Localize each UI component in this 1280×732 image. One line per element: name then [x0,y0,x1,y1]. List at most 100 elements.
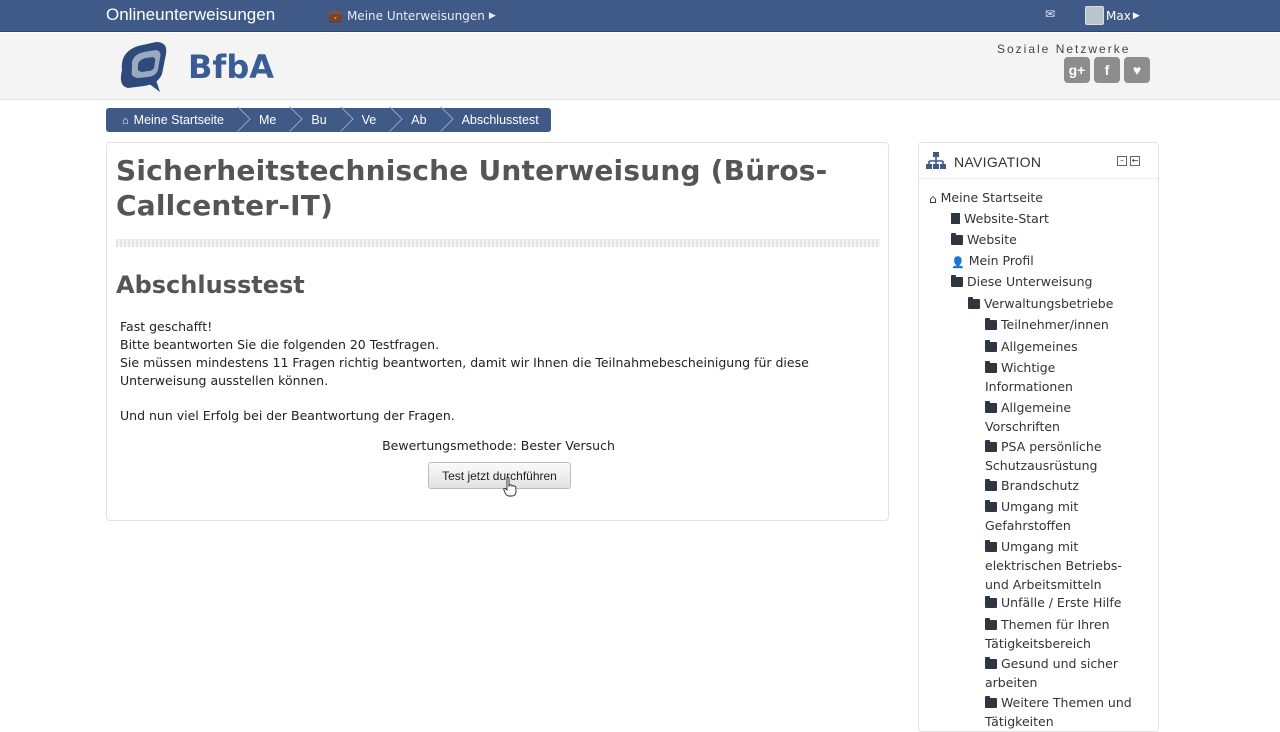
envelope-icon[interactable]: ✉ [1045,8,1059,20]
nav-item[interactable]: Umgang mit elektrischen Betriebs- und Ar… [985,537,1125,594]
nav-item[interactable]: Allgemeine Vorschriften [985,398,1085,436]
nav-item-section[interactable]: Verwaltungsbetriebe [968,294,1113,313]
home-icon: ⌂ [122,115,129,127]
nav-label: PSA persönliche Schutzausrüstung [985,439,1102,473]
site-brand-link[interactable]: Onlineunterweisungen [106,5,275,25]
folder-icon [985,696,997,708]
breadcrumb-label: Ab [411,113,427,127]
breadcrumb-label: Ve [361,113,377,127]
nav-label: Meine Startseite [940,190,1043,205]
breadcrumb: ⌂ Meine Startseite Me Bu Ve Ab Abschlusst… [106,106,551,132]
nav-label: Brandschutz [1001,478,1079,493]
nav-item[interactable]: Wichtige Informationen [985,358,1085,396]
caret-right-icon: ▶ [1132,10,1140,21]
nav-label: Gesund und sicher arbeiten [985,656,1119,690]
folder-icon [985,500,997,512]
navigation-block: NAVIGATION – ← ⌂ Meine Startseite Website… [918,142,1159,732]
nav-item-this-course[interactable]: Diese Unterweisung [951,272,1092,291]
breadcrumb-item[interactable]: Ab [394,106,454,132]
my-courses-label: Meine Unterweisungen [346,9,485,23]
breadcrumb-label: Bu [311,113,327,127]
folder-icon [985,479,997,491]
folder-icon [985,596,997,608]
folder-icon [985,340,997,352]
divider [116,239,880,247]
my-courses-menu[interactable]: 💼 Meine Unterweisungen ▶ [328,9,496,23]
nav-item[interactable]: Umgang mit Gefahrstoffen [985,497,1085,535]
folder-icon [985,401,997,413]
folder-icon [985,540,997,552]
hand-cursor-icon [503,477,517,497]
start-quiz-button[interactable]: Test jetzt durchführen [428,462,571,489]
nav-item-website-start[interactable]: Website-Start [951,209,1049,228]
facebook-icon[interactable]: f [1094,57,1120,83]
breadcrumb-item[interactable]: Me [242,106,304,132]
nav-item-website[interactable]: Website [951,230,1017,249]
breadcrumb-item[interactable]: Bu [294,106,354,132]
intro-line: Fast geschafft! [120,319,213,334]
logo-text: BfbA [188,48,274,86]
social-title: Soziale Netzwerke [997,42,1131,56]
navigation-header: NAVIGATION – ← [919,143,1158,179]
nav-item[interactable]: Gesund und sicher arbeiten [985,654,1135,692]
nav-item[interactable]: Brandschutz [985,476,1145,495]
nav-item[interactable]: Weitere Themen und Tätigkeiten [985,693,1145,731]
top-navbar: Onlineunterweisungen 💼 Meine Unterweisun… [0,0,1280,32]
folder-icon [985,618,997,630]
dock-icon[interactable]: ← [1130,156,1140,166]
nav-label: Wichtige Informationen [985,360,1073,394]
nav-label: Diese Unterweisung [967,274,1093,289]
main-content: Sicherheitstechnische Unterweisung (Büro… [106,142,889,521]
nav-label: Umgang mit elektrischen Betriebs- und Ar… [985,539,1122,592]
breadcrumb-item-current: Abschlusstest [445,108,545,132]
user-name: Max [1106,8,1131,23]
nav-label: Teilnehmer/innen [1001,317,1109,332]
nav-label: Unfälle / Erste Hilfe [1001,595,1122,610]
user-icon: 👤 [951,256,965,269]
nav-label: Website [967,232,1017,247]
document-icon [951,213,960,224]
breadcrumb-item-home[interactable]: ⌂ Meine Startseite [106,106,251,132]
nav-label: Allgemeine Vorschriften [985,400,1072,434]
user-menu[interactable]: Max ▶ [1085,6,1140,25]
page-header: BfbA Soziale Netzwerke g+ f ♥ [0,33,1280,100]
folder-icon [985,361,997,373]
folder-icon [985,657,997,669]
navigation-title: NAVIGATION [954,154,1042,170]
quiz-intro: Fast geschafft! Bitte beantworten Sie di… [120,318,840,425]
nav-item[interactable]: Allgemeines [985,337,1145,356]
breadcrumb-label: Abschlusstest [461,113,539,127]
google-plus-icon[interactable]: g+ [1064,57,1090,83]
breadcrumb-label: Me [258,113,277,127]
nav-label: Website-Start [964,211,1049,226]
nav-item-profile[interactable]: 👤 Mein Profil [951,251,1034,272]
nav-item[interactable]: Unfälle / Erste Hilfe [985,593,1145,612]
grading-method: Bewertungsmethode: Bester Versuch [382,438,615,453]
caret-right-icon: ▶ [488,11,496,21]
nav-label: Allgemeines [1001,339,1078,354]
bfba-logo[interactable]: BfbA [114,38,304,93]
intro-closing: Und nun viel Erfolg bei der Beantwortung… [120,408,455,423]
nav-item-home[interactable]: ⌂ Meine Startseite [929,188,1043,209]
avatar [1085,6,1104,25]
nav-label: Weitere Themen und Tätigkeiten [985,695,1132,729]
nav-label: Verwaltungsbetriebe [984,296,1114,311]
sitemap-icon [926,152,946,169]
quiz-title: Abschlusstest [116,271,305,299]
folder-open-icon [951,275,963,287]
nav-label: Umgang mit Gefahrstoffen [985,499,1079,533]
intro-line: Bitte beantworten Sie die folgenden 20 T… [120,337,440,352]
nav-item[interactable]: Themen für Ihren Tätigkeitsbereich [985,615,1115,653]
breadcrumb-item[interactable]: Ve [345,106,403,132]
folder-icon [985,318,997,330]
other-social-icon[interactable]: ♥ [1124,57,1150,83]
nav-item[interactable]: PSA persönliche Schutzausrüstung [985,437,1125,475]
intro-line: Sie müssen mindestens 11 Fragen richtig … [120,355,809,388]
course-title: Sicherheitstechnische Unterweisung (Büro… [116,154,828,222]
social-links: g+ f ♥ [1064,57,1150,83]
nav-label: Mein Profil [968,253,1034,268]
minimize-icon[interactable]: – [1117,156,1127,166]
nav-item[interactable]: Teilnehmer/innen [985,315,1145,334]
folder-open-icon [968,297,980,309]
briefcase-icon: 💼 [328,9,343,23]
